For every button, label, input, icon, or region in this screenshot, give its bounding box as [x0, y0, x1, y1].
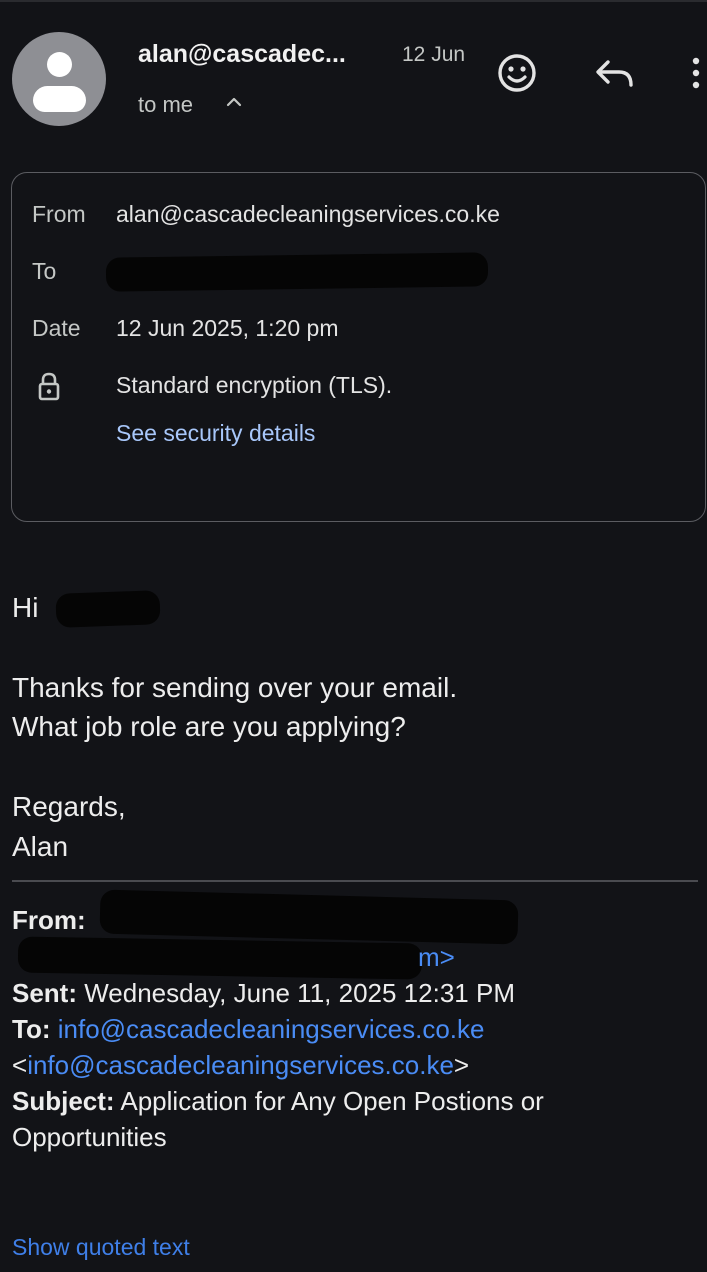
message-details-card: From alan@cascadecleaningservices.co.ke …	[11, 172, 706, 522]
quoted-to-email-bracketed[interactable]: info@cascadecleaningservices.co.ke	[27, 1050, 454, 1080]
show-quoted-text-link[interactable]: Show quoted text	[12, 1234, 190, 1261]
quoted-to-bracketed-row: <info@cascadecleaningservices.co.ke>	[12, 1050, 470, 1080]
body-line-2: What job role are you applying?	[12, 711, 406, 742]
message-date: 12 Jun	[402, 43, 466, 66]
quoted-from-row: From:	[12, 905, 86, 936]
signature: Alan	[12, 831, 69, 862]
quoted-sent-row: Sent: Wednesday, June 11, 2025 12:31 PM	[12, 978, 515, 1009]
greeting: Hi	[12, 592, 39, 623]
lock-icon	[38, 372, 60, 401]
redacted-from-address	[17, 936, 423, 980]
reply-icon[interactable]	[591, 50, 639, 96]
from-label: From	[32, 201, 86, 227]
more-vert-icon[interactable]	[684, 50, 707, 96]
recipient-summary[interactable]: to me	[138, 92, 193, 118]
closing: Regards,	[12, 791, 126, 822]
redacted-from-name	[99, 889, 519, 945]
from-address[interactable]: alan@cascadecleaningservices.co.ke	[116, 201, 500, 228]
quoted-to-email[interactable]: info@cascadecleaningservices.co.ke	[58, 1014, 485, 1044]
to-label: To	[32, 258, 57, 284]
redacted-to-address	[105, 252, 489, 292]
quoted-sent-value: Wednesday, June 11, 2025 12:31 PM	[84, 978, 515, 1008]
quoted-subject-row: Subject: Application for Any Open Postio…	[12, 1086, 544, 1117]
quoted-sent-label: Sent:	[12, 978, 77, 1008]
emoji-icon[interactable]	[494, 50, 540, 96]
encryption-status: Standard encryption (TLS).	[116, 372, 393, 398]
quoted-subject-line-2: Opportunities	[12, 1122, 167, 1152]
body-line-1: Thanks for sending over your email.	[12, 672, 458, 703]
quoted-subject-line-1: Application for Any Open Postions or	[120, 1086, 544, 1116]
quoted-to-label: To:	[12, 1014, 51, 1044]
avatar-body	[33, 86, 86, 112]
chevron-up-icon[interactable]	[224, 92, 244, 112]
quoted-to-row: To: info@cascadecleaningservices.co.ke	[12, 1014, 484, 1045]
top-divider	[0, 0, 707, 2]
see-security-details-link[interactable]: See security details	[116, 420, 315, 447]
avatar-head	[47, 52, 72, 77]
date-value: 12 Jun 2025, 1:20 pm	[116, 315, 339, 341]
sender-name[interactable]: alan@cascadec...	[138, 40, 346, 69]
person-avatar-icon[interactable]	[12, 32, 106, 126]
date-label: Date	[32, 315, 81, 341]
quoted-from-label: From:	[12, 905, 86, 935]
quoted-subject-label: Subject:	[12, 1086, 115, 1116]
quoted-from-address-end[interactable]: m>	[418, 942, 455, 973]
quoted-divider	[12, 880, 698, 882]
redacted-recipient-name	[55, 590, 161, 628]
